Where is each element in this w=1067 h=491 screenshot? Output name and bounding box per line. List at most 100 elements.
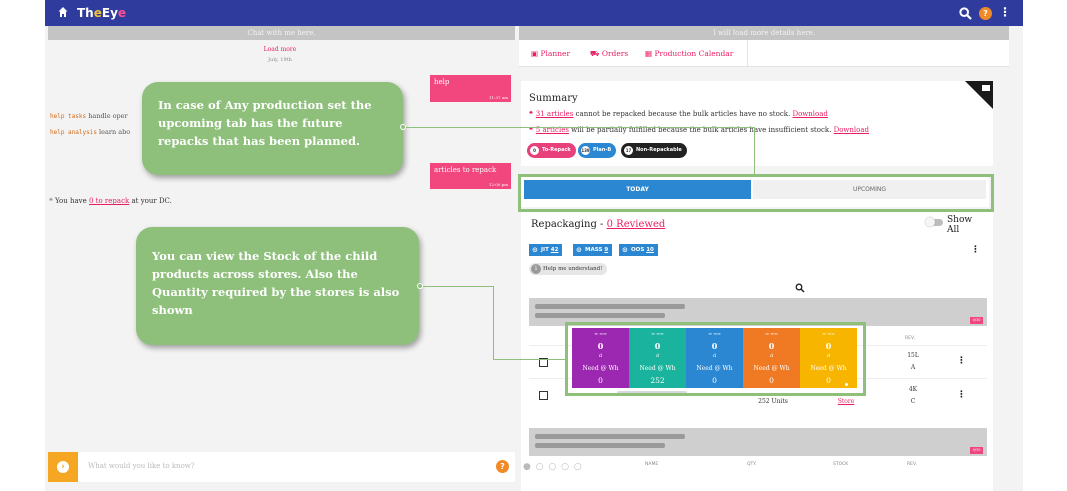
details-tabs: ▣ Planner ⛟ Orders ▦ Production Calendar	[519, 40, 1009, 67]
blurred-name	[535, 304, 685, 309]
callout-stock: You can view the Stock of the child prod…	[136, 227, 419, 345]
article-group-header[interactable]: 0/30	[529, 428, 987, 456]
chip-count: 0	[530, 146, 539, 155]
pagination-dots[interactable]: ● ○ ○ ○ ○	[523, 462, 583, 472]
chip-count: 139	[581, 146, 590, 155]
articles-link[interactable]: 31 articles	[536, 110, 574, 118]
help-command-line: help analysis learn abo	[50, 128, 130, 136]
show-all-toggle[interactable]	[925, 217, 943, 227]
tab-divider	[747, 40, 748, 67]
column-stock: STOCK	[833, 462, 849, 467]
callout-text: In case of Any production set the upcomi…	[158, 98, 372, 148]
summary-line: ❝ 31 articles cannot be repacked because …	[529, 109, 828, 118]
connector-line	[493, 359, 566, 360]
bubble-time: 11:37 am	[489, 95, 508, 100]
load-more-link[interactable]: Load more	[45, 46, 515, 53]
more-vertical-icon[interactable]: ⋮	[971, 245, 980, 255]
mail-icon[interactable]	[982, 85, 990, 91]
chip-count: 17	[624, 146, 633, 155]
column-rev: REV.	[905, 336, 915, 341]
highlight-stock	[565, 322, 866, 396]
chip-plan-b[interactable]: 139 Plan-B	[578, 143, 617, 158]
chat-bubble-user: articles to repack 12:00 pm	[430, 163, 511, 189]
chip-label: Plan-B	[593, 147, 612, 153]
badge-oos[interactable]: OOS 10	[619, 244, 658, 256]
tab-production-calendar[interactable]: ▦ Production Calendar	[645, 49, 733, 58]
command-text[interactable]: help tasks	[50, 113, 86, 120]
grade-value: A	[910, 364, 916, 371]
callout-text: You can view the Stock of the child prod…	[152, 249, 400, 317]
command-text[interactable]: help analysis	[50, 129, 97, 136]
chevron-icon: ›	[57, 461, 69, 473]
callout-upcoming: In case of Any production set the upcomi…	[142, 82, 403, 175]
download-link[interactable]: Download	[834, 126, 869, 134]
summary-card: Summary ❝ 31 articles cannot be repacked …	[521, 81, 993, 166]
row-more-icon[interactable]: ⋮	[957, 356, 966, 366]
connector-line	[406, 127, 754, 128]
chip-to-repack[interactable]: 0 To-Repack	[527, 143, 576, 158]
summary-text: cannot be repacked because the bulk arti…	[575, 110, 791, 118]
blurred-location	[535, 313, 665, 318]
badge-mass[interactable]: MASS 9	[573, 244, 613, 256]
column-rev: REV.	[907, 462, 917, 467]
row-checkbox[interactable]	[539, 391, 548, 400]
bot-message: ❝ You have 0 to repack at your DC.	[49, 196, 172, 205]
chat-header: Chat with me here.	[48, 26, 515, 40]
connector-line	[493, 286, 494, 359]
to-repack-link[interactable]: 0 to repack	[89, 197, 129, 205]
show-all-label: Show All	[947, 215, 973, 235]
details-header: I will load more details here.	[519, 26, 1009, 40]
connector-line	[754, 127, 755, 174]
chip-label: Non-Repackable	[636, 147, 682, 153]
tab-planner[interactable]: ▣ Planner	[531, 49, 570, 58]
help-command-line: help tasks handle oper	[50, 112, 128, 120]
chat-input[interactable]: What would you like to know?	[88, 462, 195, 470]
bubble-time: 12:00 pm	[488, 182, 508, 187]
top-bar: TheEye ? ⋮	[45, 0, 1023, 26]
message-text: at your DC.	[131, 197, 172, 205]
bubble-text: help	[434, 78, 450, 86]
message-text: You have	[55, 197, 87, 205]
quote-icon: ❝	[49, 196, 53, 205]
count-pill: 0/30	[970, 447, 983, 454]
search-icon[interactable]	[795, 283, 805, 293]
summary-title: Summary	[529, 93, 578, 104]
command-desc: learn abo	[99, 128, 131, 136]
tab-label: Production Calendar	[654, 49, 734, 58]
reviewed-link[interactable]: 0 Reviewed	[607, 219, 666, 230]
blurred-name	[535, 434, 685, 439]
repackaging-title: Repackaging - 0 Reviewed	[531, 219, 666, 230]
more-vertical-icon[interactable]: ⋮	[999, 5, 1011, 19]
rev-value: 15L	[907, 352, 919, 359]
badge-jit[interactable]: JIT 42	[529, 244, 563, 256]
chat-date: July, 19th	[268, 57, 292, 63]
store-link[interactable]: Store	[826, 398, 866, 405]
brand-logo: TheEye	[77, 6, 127, 20]
tab-label: Planner	[540, 49, 571, 58]
chat-menu-button[interactable]: ›	[48, 452, 78, 482]
chip-label: To-Repack	[542, 147, 571, 153]
chat-input-bar: › What would you like to know? ?	[48, 452, 515, 482]
bubble-text: articles to repack	[434, 166, 497, 174]
help-icon[interactable]: ?	[979, 7, 992, 20]
rev-value: 4K	[908, 386, 918, 393]
tab-orders[interactable]: ⛟ Orders	[590, 49, 628, 59]
row-more-icon[interactable]: ⋮	[957, 390, 966, 400]
column-name: NAME	[645, 462, 659, 467]
chat-bubble-user: help 11:37 am	[430, 75, 511, 102]
highlight-upcoming	[518, 174, 994, 212]
help-icon[interactable]: ?	[496, 460, 509, 473]
home-icon[interactable]	[58, 6, 68, 18]
command-desc: handle oper	[88, 112, 128, 120]
search-icon[interactable]	[959, 7, 972, 20]
tab-label: Orders	[601, 49, 629, 58]
grade-value: C	[910, 398, 916, 405]
download-link[interactable]: Download	[792, 110, 827, 118]
count-pill: 0/30	[970, 317, 983, 324]
column-qty: QTY.	[747, 462, 757, 467]
help-me-understand-button[interactable]: Help me understand!	[529, 263, 608, 275]
connector-line	[423, 286, 493, 287]
chip-non-repackable[interactable]: 17 Non-Repackable	[621, 143, 687, 158]
quantity-value: 252 Units	[758, 398, 788, 405]
blurred-location	[535, 443, 665, 448]
